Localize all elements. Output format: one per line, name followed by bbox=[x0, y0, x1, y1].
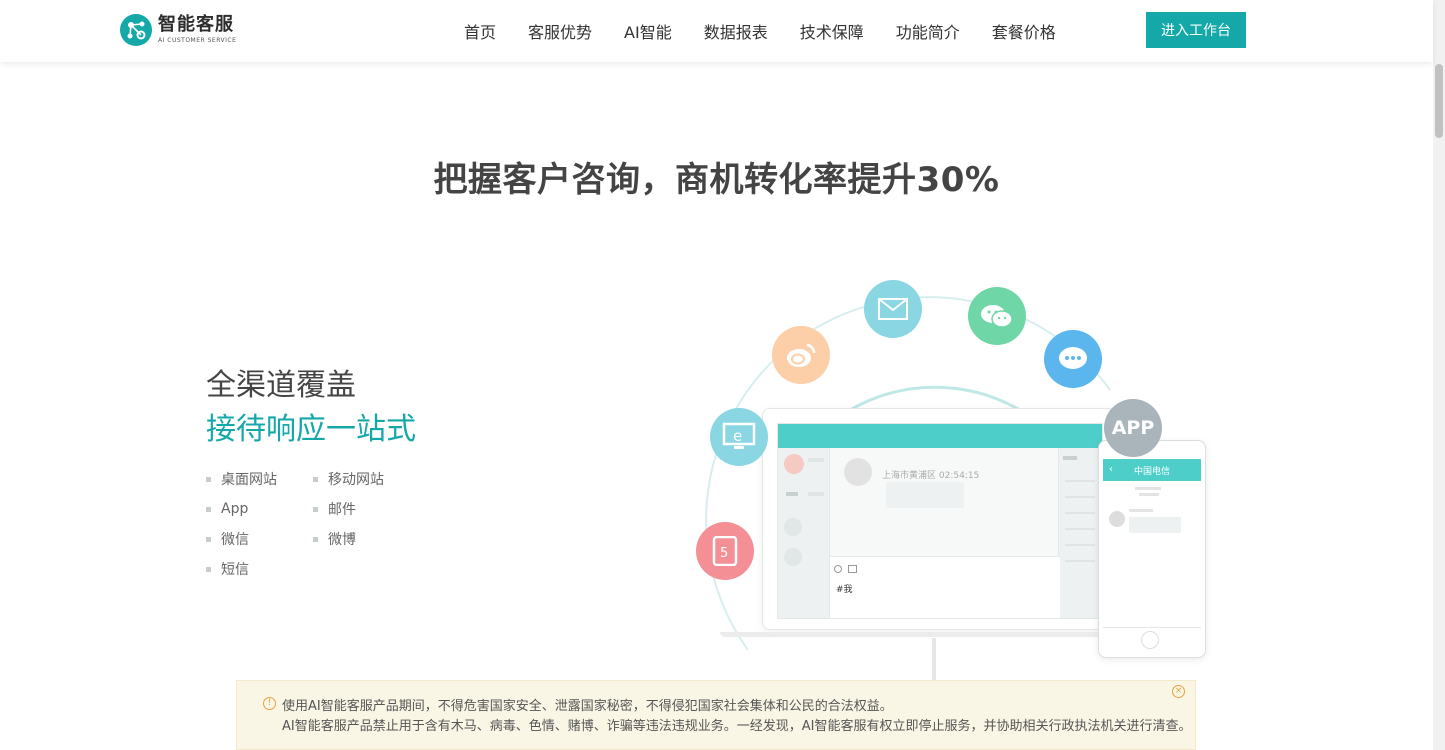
bullet-icon bbox=[313, 506, 318, 512]
screen-contacts bbox=[778, 448, 830, 618]
logo-subtitle: AI CUSTOMER SERVICE bbox=[158, 37, 237, 44]
chat-bubble bbox=[1129, 517, 1181, 533]
message-icon bbox=[1044, 330, 1102, 388]
channel-label: 微博 bbox=[328, 532, 356, 548]
notice-line-2: AI智能客服产品禁止用于含有木马、病毒、色情、赌博、诈骗等违法违规业务。一经发现… bbox=[282, 719, 1192, 734]
feature-title: 全渠道覆盖 bbox=[206, 368, 356, 403]
wechat-icon bbox=[968, 287, 1026, 345]
feature-subtitle: 接待响应一站式 bbox=[206, 412, 416, 447]
channel-label: 桌面网站 bbox=[221, 472, 277, 488]
bullet-icon bbox=[206, 566, 211, 572]
app-badge-icon: APP bbox=[1104, 399, 1162, 457]
channel-label: 移动网站 bbox=[328, 472, 384, 488]
svg-text:e: e bbox=[733, 427, 742, 445]
nav-advantages[interactable]: 客服优势 bbox=[528, 19, 592, 43]
laptop-base bbox=[720, 632, 1140, 637]
image-icon bbox=[848, 565, 857, 573]
home-button-icon bbox=[1141, 631, 1159, 649]
nav-tech[interactable]: 技术保障 bbox=[800, 19, 864, 43]
laptop-stand bbox=[932, 638, 936, 680]
list-item: 桌面网站 bbox=[206, 470, 313, 488]
close-icon[interactable]: × bbox=[1172, 685, 1185, 698]
avatar bbox=[844, 458, 872, 486]
bullet-icon bbox=[206, 536, 211, 542]
channel-label: 短信 bbox=[221, 562, 249, 578]
nav-home[interactable]: 首页 bbox=[464, 19, 496, 43]
list-item: 移动网站 bbox=[313, 470, 420, 488]
scroll-thumb[interactable] bbox=[1435, 64, 1443, 138]
nav-pricing[interactable]: 套餐价格 bbox=[992, 19, 1056, 43]
back-icon: ‹ bbox=[1109, 464, 1113, 475]
desktop-icon: e bbox=[710, 408, 768, 466]
notice-line-1: 使用AI智能客服产品期间，不得危害国家安全、泄露国家秘密，不得侵犯国家社会集体和… bbox=[282, 699, 893, 714]
logo-icon bbox=[120, 14, 152, 46]
laptop-mockup: 上海市黄浦区 02:54:15 #我 bbox=[762, 408, 1117, 630]
bullet-icon bbox=[313, 476, 318, 482]
avatar bbox=[1109, 511, 1125, 527]
nav-features[interactable]: 功能简介 bbox=[896, 19, 960, 43]
svg-text:5: 5 bbox=[720, 546, 728, 561]
scrollbar[interactable] bbox=[1433, 0, 1445, 750]
screen-input-area bbox=[830, 556, 1060, 618]
screen-titlebar bbox=[778, 424, 1102, 448]
logo-title: 智能客服 bbox=[158, 14, 234, 35]
phone-mockup: ‹ 中国电信 bbox=[1098, 440, 1206, 658]
logo[interactable]: 智能客服 AI CUSTOMER SERVICE bbox=[120, 13, 236, 47]
page: 智能客服 AI CUSTOMER SERVICE 首页 客服优势 AI智能 数据… bbox=[0, 0, 1445, 750]
channel-label: 邮件 bbox=[328, 502, 356, 518]
avatar bbox=[784, 454, 804, 474]
screen-info-panel bbox=[1058, 448, 1102, 618]
bullet-icon bbox=[206, 506, 211, 512]
emoji-icon bbox=[834, 565, 842, 573]
info-icon: ! bbox=[263, 697, 276, 710]
compliance-notice: ! 使用AI智能客服产品期间，不得危害国家安全、泄露国家秘密，不得侵犯国家社会集… bbox=[236, 680, 1196, 750]
laptop-screen: 上海市黄浦区 02:54:15 #我 bbox=[777, 423, 1103, 619]
bullet-icon bbox=[206, 476, 211, 482]
list-item: 邮件 bbox=[313, 500, 420, 518]
list-item: 微信 bbox=[206, 530, 313, 548]
channel-list: 桌面网站 移动网站 App 邮件 微信 微博 短信 bbox=[206, 470, 426, 578]
html5-icon: 5 bbox=[696, 522, 754, 580]
bullet-icon bbox=[313, 536, 318, 542]
enter-workspace-button[interactable]: 进入工作台 bbox=[1146, 12, 1246, 48]
channel-label: App bbox=[221, 501, 249, 517]
chat-timestamp: 上海市黄浦区 02:54:15 bbox=[882, 471, 980, 481]
chat-input-text: #我 bbox=[836, 585, 853, 595]
main-nav: 首页 客服优势 AI智能 数据报表 技术保障 功能简介 套餐价格 bbox=[448, 0, 1072, 62]
site-header: 智能客服 AI CUSTOMER SERVICE 首页 客服优势 AI智能 数据… bbox=[0, 0, 1433, 62]
list-item: 微博 bbox=[313, 530, 420, 548]
email-icon bbox=[864, 280, 922, 338]
list-item: 短信 bbox=[206, 560, 313, 578]
nav-reports[interactable]: 数据报表 bbox=[704, 19, 768, 43]
channel-label: 微信 bbox=[221, 532, 249, 548]
nav-ai[interactable]: AI智能 bbox=[624, 19, 672, 43]
list-item: App bbox=[206, 500, 313, 518]
hero-headline: 把握客户咨询，商机转化率提升30% bbox=[433, 160, 1000, 200]
phone-titlebar: ‹ 中国电信 bbox=[1103, 459, 1201, 481]
weibo-icon bbox=[772, 326, 830, 384]
phone-title: 中国电信 bbox=[1133, 466, 1170, 477]
channel-illustration: 上海市黄浦区 02:54:15 #我 ‹ 中国电信 e 5 APP bbox=[690, 270, 1220, 680]
chat-bubble bbox=[886, 482, 964, 508]
